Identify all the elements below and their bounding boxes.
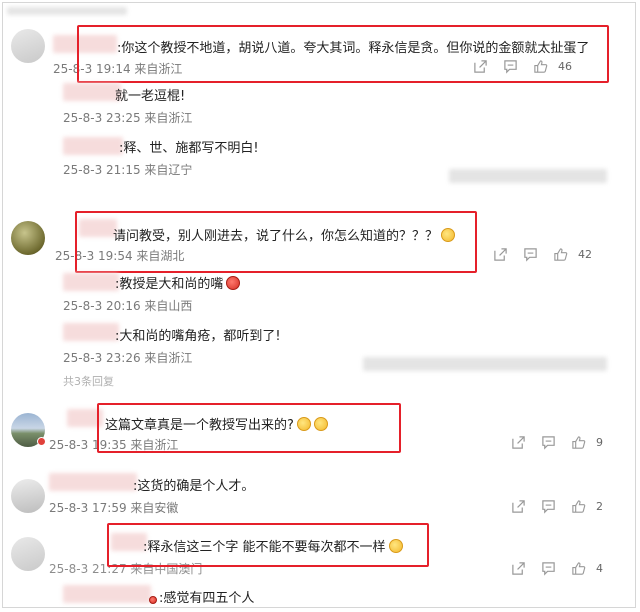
avatar[interactable] — [11, 221, 45, 255]
comment-icon — [541, 561, 555, 576]
share-button[interactable] — [503, 433, 533, 451]
redacted-username — [63, 273, 119, 291]
comment-text-body: :感觉有四五个人 — [159, 591, 255, 606]
like-button[interactable] — [545, 245, 575, 263]
redacted-text — [7, 7, 127, 15]
avatar[interactable] — [11, 479, 45, 513]
comment-actions: 9 — [503, 433, 603, 451]
emoji-icon — [149, 596, 157, 604]
like-icon — [571, 499, 585, 513]
comment-actions: 2 — [503, 497, 603, 515]
redacted-username — [63, 323, 119, 341]
like-icon — [553, 247, 567, 261]
comment-screenshot: :你这个教授不地道，胡说八道。夸大其词。释永信是贪。但你说的金额就太扯蛋了 25… — [2, 2, 636, 608]
like-icon — [571, 435, 585, 449]
emoji-icon — [226, 276, 241, 290]
reply-text: :大和尚的嘴角疮，都听到了! — [115, 329, 281, 344]
share-icon — [511, 561, 525, 575]
comment-text: :这货的确是个人才。 — [133, 479, 255, 494]
reply-text: :释、世、施都写不明白! — [119, 141, 259, 156]
like-count: 2 — [596, 499, 603, 513]
comment-actions: 42 — [485, 245, 592, 263]
like-button[interactable] — [563, 497, 593, 515]
like-count: 4 — [596, 561, 603, 575]
redacted-username — [63, 585, 151, 603]
reply-button[interactable] — [515, 245, 545, 263]
redacted-username — [63, 137, 123, 155]
verified-badge — [37, 437, 46, 446]
reply-text: :教授是大和尚的嘴 — [115, 273, 241, 292]
like-count: 42 — [578, 247, 592, 261]
share-button[interactable] — [503, 497, 533, 515]
comment-meta: 25-8-3 17:59 来自安徽 — [49, 501, 179, 515]
like-icon — [571, 561, 585, 575]
reply-meta: 25-8-3 20:16 来自山西 — [63, 299, 193, 313]
comment-text: :感觉有四五个人 — [149, 587, 254, 606]
comment-icon — [541, 435, 555, 450]
reply-text-body: :教授是大和尚的嘴 — [115, 277, 224, 292]
redacted-text — [363, 357, 607, 371]
comment-actions: 4 — [503, 559, 603, 577]
share-icon — [493, 247, 507, 261]
highlight-box — [77, 25, 609, 83]
redacted-username — [63, 83, 121, 101]
more-replies-link[interactable]: 共3条回复 — [63, 373, 114, 389]
reply-button[interactable] — [533, 559, 563, 577]
highlight-box — [107, 523, 429, 567]
avatar[interactable] — [11, 29, 45, 63]
share-button[interactable] — [485, 245, 515, 263]
reply-button[interactable] — [533, 497, 563, 515]
share-button[interactable] — [503, 559, 533, 577]
redacted-text — [449, 169, 607, 183]
like-button[interactable] — [563, 559, 593, 577]
reply-meta: 25-8-3 23:25 来自浙江 — [63, 111, 193, 125]
share-icon — [511, 499, 525, 513]
reply-meta: 25-8-3 21:15 来自辽宁 — [63, 163, 193, 177]
like-count: 9 — [596, 435, 603, 449]
share-icon — [511, 435, 525, 449]
like-button[interactable] — [563, 433, 593, 451]
reply-button[interactable] — [533, 433, 563, 451]
redacted-username — [49, 473, 137, 491]
highlight-box — [75, 211, 477, 273]
avatar[interactable] — [11, 537, 45, 571]
reply-meta: 25-8-3 23:26 来自浙江 — [63, 351, 193, 365]
comment-icon — [523, 247, 537, 262]
comment-icon — [541, 499, 555, 514]
reply-text: 就一老逗棍! — [115, 89, 186, 104]
highlight-box — [97, 403, 401, 453]
